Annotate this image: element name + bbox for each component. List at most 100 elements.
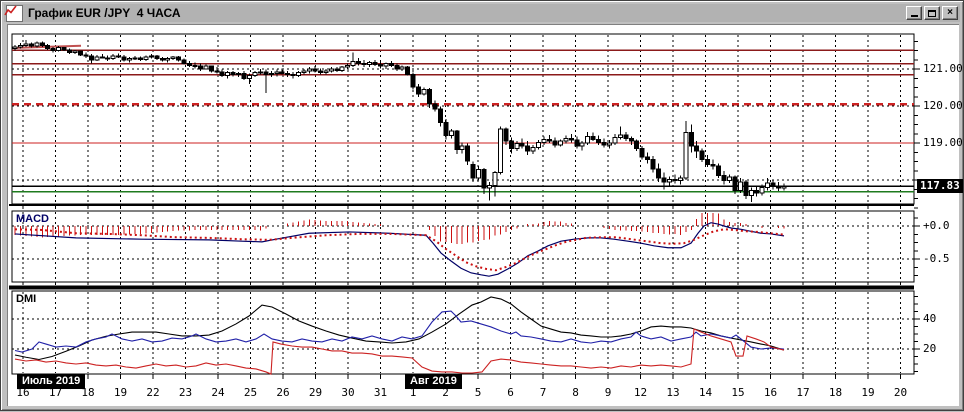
candle-body [405,66,411,76]
candle-body [765,182,771,188]
candle-body [465,145,471,162]
candle-body [476,169,482,179]
candle-body [459,145,465,151]
candle-body [192,64,198,67]
candle-body [165,58,171,61]
candle-body [508,140,514,150]
candle-body [721,175,727,182]
candle-body [645,156,651,161]
candle-body [247,75,253,79]
pane-splitter[interactable] [9,285,914,290]
candle-body [694,145,700,152]
candle-body [279,71,285,74]
candle-body [470,163,476,179]
candle-body [596,138,602,143]
candle-body [317,70,323,74]
candle-body [639,148,645,158]
candle-body [290,74,296,77]
candle-body [187,62,193,66]
candle-body [372,61,378,66]
candle-body [448,130,454,137]
candle-body [666,178,672,183]
candle-body [230,72,236,76]
candle-body [132,57,138,60]
candle-body [23,43,29,47]
candle-body [394,64,400,70]
candle-body [274,71,280,74]
candle-body [197,65,203,70]
candle-body [454,130,460,151]
candle-body [214,70,220,73]
candle-body [759,186,765,194]
candle-body [388,62,394,66]
candle-body [503,128,509,142]
candle-body [557,140,563,146]
candle-body [77,50,83,56]
candle-body [345,64,351,68]
chart-canvas[interactable] [1,1,964,412]
candle-body [67,49,73,53]
candle-body [623,134,629,140]
candle-body [546,138,552,142]
candle-body [748,189,754,197]
candle-body [154,55,160,60]
candle-body [617,134,623,138]
candle-body [252,72,258,77]
candle-body [726,176,732,182]
candle-body [225,72,231,77]
candle-body [541,138,547,143]
candle-body [307,68,313,72]
candle-body [443,122,449,137]
candle-body [323,70,329,74]
candle-body [688,132,694,147]
candle-body [105,57,111,60]
candle-body [17,45,23,48]
candle-body [28,43,34,47]
candle-body [492,172,498,187]
candle-body [585,135,591,144]
candle-body [716,165,722,177]
candle-body [94,56,100,61]
candle-body [568,138,574,141]
candle-body [88,55,94,61]
candle-body [296,72,302,77]
candle-body [574,139,580,147]
candle-body [257,71,263,74]
candle-body [176,56,182,61]
candle-body [45,45,51,50]
candle-body [361,62,367,66]
candle-body [56,47,62,52]
candle-body [12,46,18,50]
candle-body [377,64,383,67]
candle-body [72,50,78,53]
candle-body [241,72,247,79]
chart-window: График EUR /JPY 4 ЧАСА × MACD DMI 117.83… [0,0,964,411]
candle-body [181,59,187,64]
candle-body [683,132,689,179]
candle-body [219,71,225,77]
candle-body [339,66,345,71]
candle-body [497,128,503,174]
candle-body [116,55,122,58]
candle-body [432,103,438,110]
candle-body [334,68,340,71]
candle-body [661,177,667,183]
candle-body [606,142,612,146]
candle-body [519,143,525,147]
candle-body [737,181,743,191]
candle-body [410,74,416,88]
candle-body [486,185,492,189]
candle-body [536,141,542,148]
candle-body [776,186,782,189]
candle-body [39,42,45,47]
candle-body [263,71,269,76]
candle-body [732,176,738,191]
candle-body [121,56,127,61]
candle-body [83,54,89,57]
candle-body [563,138,569,142]
candle-body [203,65,209,70]
candle-body [416,86,422,95]
candle-body [514,143,520,150]
candle-body [612,136,618,144]
candle-body [301,70,307,74]
